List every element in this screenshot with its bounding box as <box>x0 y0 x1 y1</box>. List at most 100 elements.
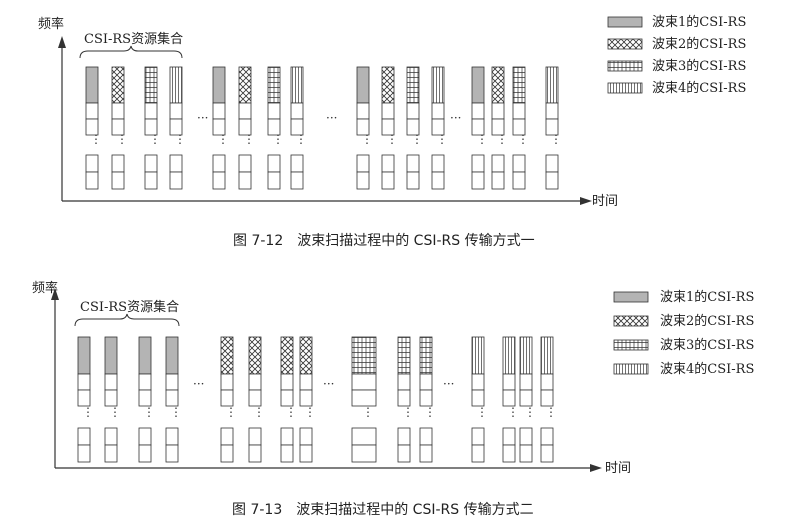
resource-cell <box>351 389 377 407</box>
legend-2: 波束1的CSI-RS 波束2的CSI-RS 波束3的CSI-RS 波束4的CSI… <box>613 289 754 377</box>
resource-cell <box>280 427 294 446</box>
beam3-pattern-cell <box>267 66 281 104</box>
vertical-ellipsis: ⋮ <box>149 132 161 146</box>
legend-item-beam1: 波束1的CSI-RS <box>613 289 754 305</box>
beam4-pattern-cell <box>519 336 533 375</box>
beam-column: ⋮ <box>290 66 307 190</box>
resource-cell <box>77 389 91 407</box>
resource-cell <box>220 427 234 446</box>
resource-cell <box>397 389 411 407</box>
resource-cell <box>238 154 252 173</box>
vertical-ellipsis: ⋮ <box>82 405 94 419</box>
resource-cell <box>290 102 304 120</box>
vertical-ellipsis: ⋮ <box>304 405 316 419</box>
beam2-pattern-cell <box>381 66 395 104</box>
beam-column: ⋮ <box>356 66 373 190</box>
vertical-ellipsis: ⋮ <box>411 132 423 146</box>
beam1-pattern-cell <box>356 66 370 104</box>
vertical-ellipsis: ⋮ <box>116 132 128 146</box>
beam-column: ⋮ <box>540 336 557 463</box>
resource-cell <box>220 389 234 407</box>
resource-cell <box>540 373 554 391</box>
beam-column: ⋮ <box>299 336 316 463</box>
ellipsis-group: ··· ··· ··· <box>197 111 461 125</box>
resource-cell <box>111 171 125 190</box>
resource-cell <box>512 102 526 120</box>
beam-column: ⋮ <box>111 66 128 190</box>
resource-cell <box>519 427 533 446</box>
beam1-pattern-cell <box>212 66 226 104</box>
resource-cell <box>138 389 152 407</box>
beam-column: ⋮ <box>220 336 237 463</box>
beam1-pattern-cell <box>104 336 118 375</box>
resource-cell <box>406 102 420 120</box>
resource-cell <box>512 171 526 190</box>
legend-swatch-beam3 <box>607 60 643 72</box>
frequency-axis-label: 频率 <box>38 16 64 32</box>
resource-cell <box>144 154 158 173</box>
resource-cell <box>406 154 420 173</box>
beam-column: ⋮ <box>512 66 529 190</box>
vertical-ellipsis: ⋮ <box>476 132 488 146</box>
beam-column: ⋮ <box>545 66 562 190</box>
beam-column: ⋮ <box>138 336 155 463</box>
resource-cell <box>238 171 252 190</box>
beam1-pattern-cell <box>471 66 485 104</box>
resource-cell <box>165 427 179 446</box>
legend-label-beam2: 波束2的CSI-RS <box>652 36 746 52</box>
vertical-ellipsis: ⋮ <box>424 405 436 419</box>
legend-item-beam2: 波束2的CSI-RS <box>613 313 754 329</box>
resource-cell <box>397 373 411 391</box>
beam2-pattern-cell <box>248 336 262 375</box>
beam1-pattern-cell <box>165 336 179 375</box>
beam1-pattern-cell <box>138 336 152 375</box>
resource-cell <box>77 444 91 463</box>
resource-cell <box>512 154 526 173</box>
legend-swatch-beam1 <box>613 291 649 303</box>
beam3-pattern-cell <box>351 336 377 375</box>
resource-cell <box>220 444 234 463</box>
vertical-ellipsis: ⋮ <box>272 132 284 146</box>
resource-cell <box>85 102 99 120</box>
resource-cell <box>431 154 445 173</box>
beam-column: ⋮ <box>431 66 448 190</box>
legend-item-beam2: 波束2的CSI-RS <box>607 36 746 52</box>
resource-cell <box>397 444 411 463</box>
resource-cell <box>280 373 294 391</box>
resource-cell <box>381 102 395 120</box>
legend-swatch-beam4 <box>607 82 643 94</box>
legend-swatch-beam1 <box>607 16 643 28</box>
resource-cell <box>431 171 445 190</box>
beam4-pattern-cell <box>545 66 559 104</box>
beam4-pattern-cell <box>471 336 485 375</box>
vertical-ellipsis: ⋮ <box>524 405 536 419</box>
resource-cell <box>104 389 118 407</box>
resource-cell <box>299 373 313 391</box>
resource-cell <box>419 373 433 391</box>
vertical-ellipsis: ⋮ <box>550 132 562 146</box>
resource-cell <box>356 171 370 190</box>
resource-cell <box>540 389 554 407</box>
beam-column: ⋮ <box>491 66 508 190</box>
beam2-pattern-cell <box>111 66 125 104</box>
diagram-canvas: 频率 时间 CSI-RS资源集合 ⋮ ⋮ ⋮ ⋮ ⋮ ⋮ ⋮ ⋮ ⋮ ⋮ ⋮ ⋮ ⋮ ⋮ ⋮ ⋮ ··· ··… <box>32 14 754 518</box>
ellipsis: ··· <box>193 377 204 391</box>
resource-cell <box>212 171 226 190</box>
ellipsis: ··· <box>197 111 208 125</box>
beam-column: ⋮ <box>351 336 377 463</box>
vertical-ellipsis: ⋮ <box>285 405 297 419</box>
beam4-pattern-cell <box>169 66 183 104</box>
beam-column: ⋮ <box>212 66 229 190</box>
legend-swatch-beam2 <box>607 38 643 50</box>
ellipsis: ··· <box>326 111 337 125</box>
beam-column: ⋮ <box>77 336 94 463</box>
beam-column: ⋮ <box>502 336 519 463</box>
resource-cell <box>502 373 516 391</box>
legend-label-beam4: 波束4的CSI-RS <box>652 80 746 96</box>
vertical-ellipsis: ⋮ <box>253 405 265 419</box>
resource-cell <box>299 389 313 407</box>
resource-cell <box>138 427 152 446</box>
beam-column: ⋮ <box>471 336 488 463</box>
resource-cell <box>138 373 152 391</box>
resource-cell <box>169 171 183 190</box>
